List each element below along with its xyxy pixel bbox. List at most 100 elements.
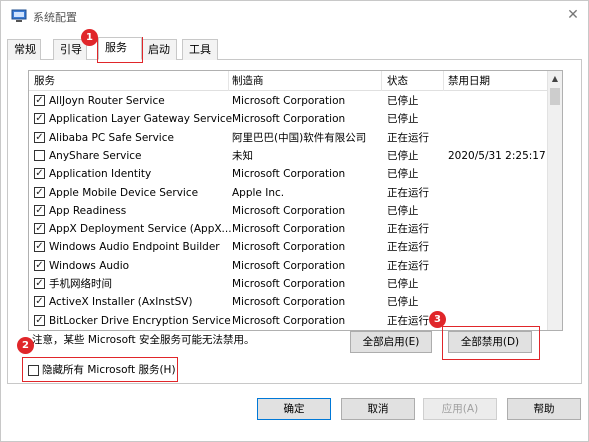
tab-startup[interactable]: 启动 [141, 39, 177, 60]
service-status: 正在运行 [387, 186, 429, 199]
list-header: 服务 制造商 状态 禁用日期 [29, 71, 549, 91]
service-name: AppX Deployment Service (AppX... [49, 223, 232, 236]
table-row[interactable]: ✓ Windows Audio Microsoft Corporation 正在运行 [29, 257, 549, 275]
service-checkbox[interactable]: ✓ [34, 204, 45, 216]
vertical-scrollbar[interactable]: ▲ [547, 71, 562, 330]
column-header-disabled-date[interactable]: 禁用日期 [443, 71, 549, 91]
service-checkbox[interactable]: ✓ [34, 168, 45, 180]
service-disabled-date [448, 129, 548, 147]
service-name: Windows Audio [49, 259, 130, 272]
service-checkbox[interactable] [34, 149, 45, 161]
service-checkbox[interactable]: ✓ [34, 186, 45, 198]
apply-button[interactable]: 应用(A) [423, 398, 497, 420]
service-disabled-date [448, 220, 548, 238]
service-checkbox[interactable]: ✓ [34, 314, 45, 326]
service-manufacturer: Microsoft Corporation [232, 296, 346, 309]
scroll-up-icon[interactable]: ▲ [548, 71, 562, 87]
service-manufacturer: 阿里巴巴(中国)软件有限公司 [232, 131, 367, 144]
service-name: Alibaba PC Safe Service [49, 131, 174, 144]
service-disabled-date [448, 293, 548, 311]
service-status: 正在运行 [387, 223, 429, 236]
service-checkbox[interactable]: ✓ [34, 241, 45, 253]
service-checkbox[interactable]: ✓ [34, 296, 45, 308]
service-checkbox[interactable]: ✓ [34, 223, 45, 235]
service-status: 已停止 [387, 149, 419, 162]
column-header-manufacturer[interactable]: 制造商 [227, 71, 382, 91]
table-row[interactable]: ✓ AppX Deployment Service (AppX... Microso… [29, 220, 549, 238]
service-status: 已停止 [387, 113, 419, 126]
table-row[interactable]: ✓ 手机网络时间 Microsoft Corporation 已停止 [29, 275, 549, 293]
ok-button[interactable]: 确定 [257, 398, 331, 420]
service-status: 已停止 [387, 95, 419, 107]
service-status: 正在运行 [387, 131, 429, 144]
window-title: 系统配置 [33, 11, 77, 24]
table-row[interactable]: ✓ Apple Mobile Device Service Apple Inc. 正在… [29, 184, 549, 202]
service-manufacturer: 未知 [232, 149, 253, 162]
service-name: Application Layer Gateway Service [49, 113, 233, 126]
service-disabled-date [448, 202, 548, 220]
service-status: 正在运行 [387, 241, 429, 254]
service-name: Windows Audio Endpoint Builder [49, 241, 220, 254]
table-row[interactable]: ✓ App Readiness Microsoft Corporation 已停止 [29, 202, 549, 220]
service-name: Application Identity [49, 168, 152, 181]
system-config-icon [11, 9, 27, 22]
service-checkbox[interactable]: ✓ [34, 113, 45, 125]
service-checkbox[interactable]: ✓ [34, 131, 45, 143]
service-name: 手机网络时间 [49, 278, 112, 290]
services-list[interactable]: 服务 制造商 状态 禁用日期 ✓ AllJoyn Router Service Mi… [28, 70, 563, 331]
step-badge-2: 2 [17, 337, 34, 354]
service-manufacturer: Microsoft Corporation [232, 241, 346, 254]
highlight-hide-ms [22, 357, 178, 382]
service-status: 正在运行 [387, 259, 429, 272]
service-manufacturer: Microsoft Corporation [232, 113, 346, 126]
table-row[interactable]: AnyShare Service 未知 已停止 2020/5/31 2:25:17 [29, 147, 549, 165]
service-status: 已停止 [387, 278, 419, 290]
service-manufacturer: Apple Inc. [232, 186, 285, 199]
table-row[interactable]: ✓ Application Layer Gateway Service Micros… [29, 110, 549, 128]
table-row[interactable]: ✓ Windows Audio Endpoint Builder Microsoft… [29, 238, 549, 256]
column-header-status[interactable]: 状态 [382, 71, 444, 91]
service-disabled-date [448, 184, 548, 202]
service-disabled-date [448, 165, 548, 183]
service-name: App Readiness [49, 204, 127, 217]
cancel-button[interactable]: 取消 [341, 398, 415, 420]
tab-tools[interactable]: 工具 [182, 39, 218, 60]
service-manufacturer: Microsoft Corporation [232, 95, 346, 107]
step-badge-1: 1 [81, 29, 98, 46]
service-checkbox[interactable]: ✓ [34, 259, 45, 271]
service-name: AllJoyn Router Service [49, 95, 165, 107]
service-manufacturer: Microsoft Corporation [232, 314, 346, 327]
service-disabled-date: 2020/5/31 2:25:17 [448, 149, 546, 162]
service-manufacturer: Microsoft Corporation [232, 278, 346, 290]
service-status: 已停止 [387, 168, 419, 181]
service-disabled-date [448, 110, 548, 128]
enable-all-button[interactable]: 全部启用(E) [350, 331, 432, 353]
table-row[interactable]: ✓ Alibaba PC Safe Service 阿里巴巴(中国)软件有限公司 正在… [29, 129, 549, 147]
tab-general[interactable]: 常规 [7, 39, 41, 60]
step-badge-3: 3 [429, 311, 446, 328]
service-name: BitLocker Drive Encryption Service [49, 314, 231, 327]
table-row[interactable]: ✓ Application Identity Microsoft Corporati… [29, 165, 549, 183]
service-manufacturer: Microsoft Corporation [232, 168, 346, 181]
highlight-disable-all [442, 326, 540, 360]
tab-services[interactable]: 服务 [98, 37, 142, 60]
help-button[interactable]: 帮助 [507, 398, 581, 420]
service-name: Apple Mobile Device Service [49, 186, 199, 199]
service-disabled-date [448, 238, 548, 256]
service-disabled-date [448, 257, 548, 275]
service-disabled-date [448, 275, 548, 293]
note-text: 注意，某些 Microsoft 安全服务可能无法禁用。 [32, 334, 255, 346]
scroll-thumb[interactable] [550, 88, 560, 105]
service-manufacturer: Microsoft Corporation [232, 204, 346, 217]
column-header-service[interactable]: 服务 [29, 71, 229, 91]
service-manufacturer: Microsoft Corporation [232, 223, 346, 236]
table-row[interactable]: ✓ ActiveX Installer (AxInstSV) Microsoft C… [29, 293, 549, 311]
close-icon[interactable]: ✕ [562, 5, 584, 25]
system-config-window: 系统配置 ✕ 常规 引导 服务 启动 工具 服务 制造商 状态 禁用日期 ✓ Al… [0, 0, 589, 442]
service-checkbox[interactable]: ✓ [34, 278, 45, 289]
service-manufacturer: Microsoft Corporation [232, 259, 346, 272]
table-row[interactable]: ✓ AllJoyn Router Service Microsoft Corpora… [29, 92, 549, 110]
service-checkbox[interactable]: ✓ [34, 95, 45, 106]
service-status: 已停止 [387, 296, 419, 309]
service-name: ActiveX Installer (AxInstSV) [49, 296, 193, 309]
